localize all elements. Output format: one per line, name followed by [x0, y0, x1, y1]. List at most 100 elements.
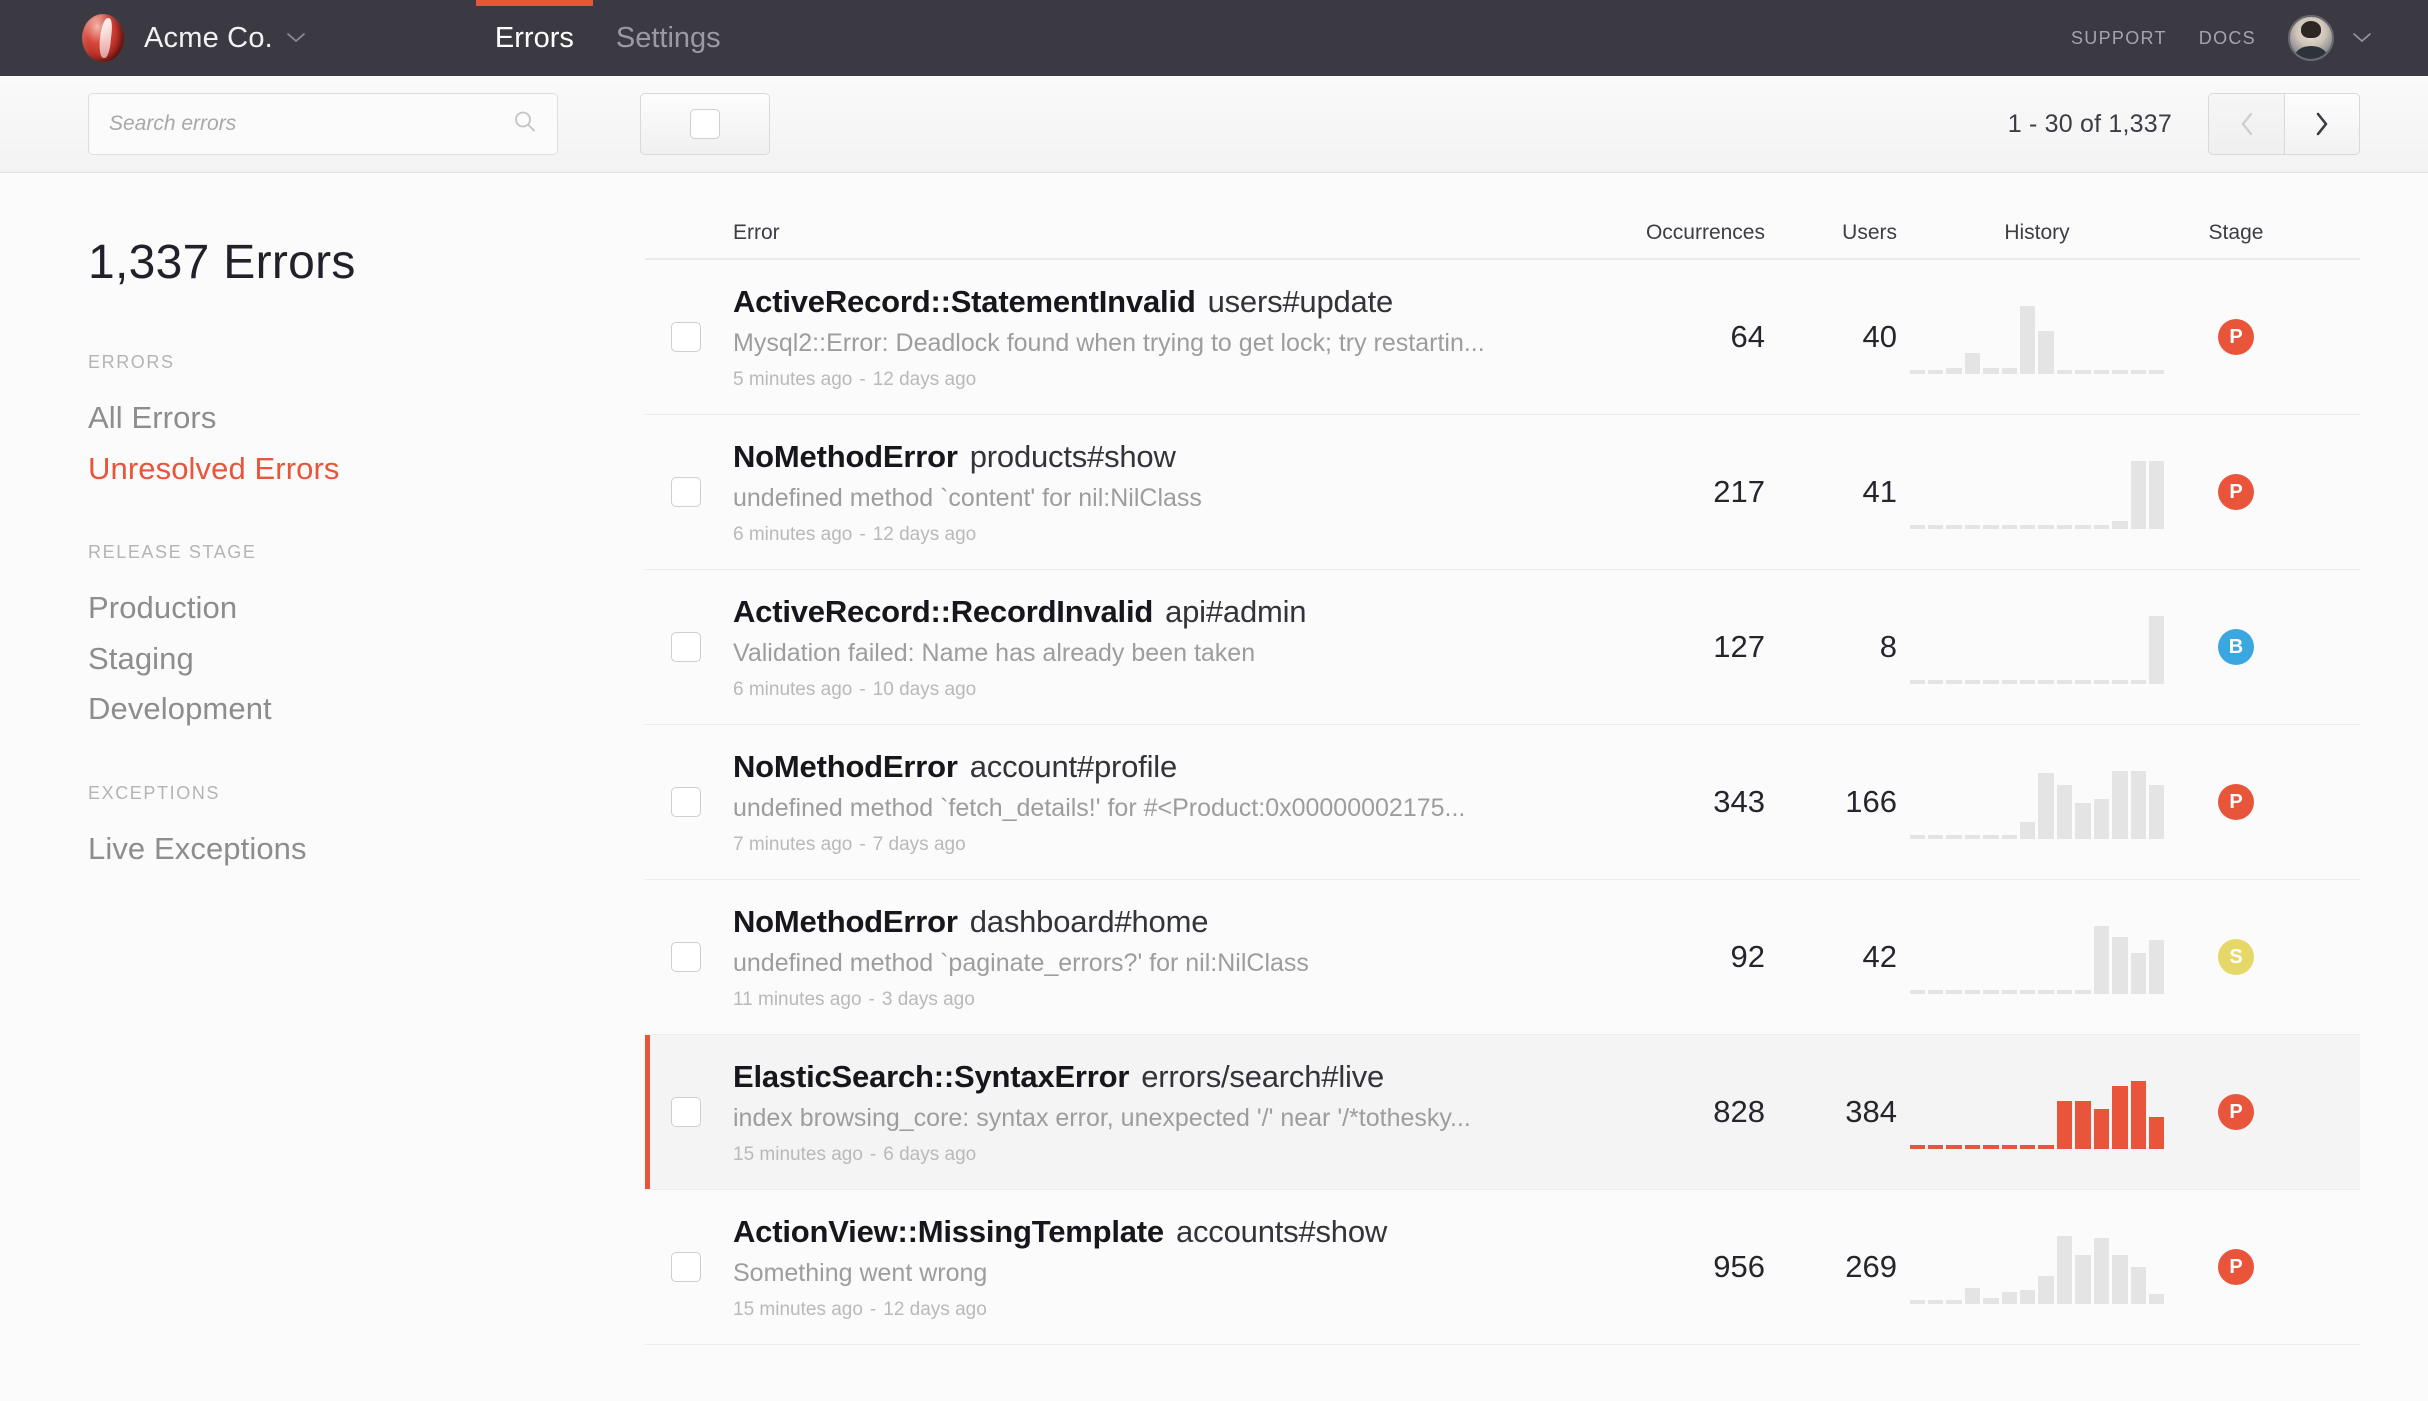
avatar[interactable] — [2288, 15, 2334, 61]
status-badge[interactable]: P — [2218, 1249, 2254, 1285]
sparkline-bar — [1965, 835, 1980, 839]
row-checkbox[interactable] — [671, 477, 701, 507]
error-title[interactable]: NoMethodErrordashboard#home — [733, 904, 1309, 940]
tab-errors[interactable]: Errors — [474, 0, 595, 76]
sparkline-bar — [1910, 990, 1925, 994]
sparkline-bar — [1983, 368, 1998, 374]
table-row[interactable]: ActionView::MissingTemplateaccounts#show… — [645, 1190, 2360, 1345]
error-title[interactable]: ActiveRecord::StatementInvalidusers#upda… — [733, 284, 1485, 320]
sidebar-item-unresolved-errors[interactable]: Unresolved Errors — [88, 444, 645, 495]
chevron-down-icon[interactable] — [286, 30, 306, 47]
sparkline-bar — [2149, 616, 2164, 684]
users-value: 41 — [1765, 474, 1897, 510]
table-row[interactable]: NoMethodErrorcheckout#success — [645, 1345, 2360, 1401]
sidebar-item-staging[interactable]: Staging — [88, 634, 645, 685]
table-row[interactable]: NoMethodErroraccount#profileundefined me… — [645, 725, 2360, 880]
sparkline-bar — [1983, 680, 1998, 684]
row-checkbox[interactable] — [671, 322, 701, 352]
sparkline-bar — [1928, 1300, 1943, 1304]
row-checkbox[interactable] — [671, 787, 701, 817]
sidebar-item-development[interactable]: Development — [88, 684, 645, 735]
pagination: 1 - 30 of 1,337 — [2008, 93, 2360, 155]
row-checkbox[interactable] — [671, 1097, 701, 1127]
sparkline-bar — [2075, 370, 2090, 374]
stage-cell: P — [2177, 784, 2295, 820]
sparkline-bar — [2112, 680, 2127, 684]
error-cell: NoMethodErrorproducts#showundefined meth… — [645, 439, 1575, 546]
sparkline-bar — [2020, 1145, 2035, 1149]
last-seen: 15 minutes ago — [733, 1144, 863, 1165]
error-cell: ActiveRecord::RecordInvalidapi#adminVali… — [645, 594, 1575, 701]
sparkline-bar — [1910, 680, 1925, 684]
search-input[interactable] — [89, 94, 557, 154]
error-title[interactable]: NoMethodErroraccount#profile — [733, 749, 1465, 785]
support-link[interactable]: SUPPORT — [2071, 28, 2167, 49]
sparkline-bar — [2002, 368, 2017, 374]
status-badge[interactable]: P — [2218, 474, 2254, 510]
sidebar-item-all-errors[interactable]: All Errors — [88, 393, 645, 444]
status-badge[interactable]: S — [2218, 939, 2254, 975]
chevron-down-icon[interactable] — [2352, 30, 2372, 47]
sparkline-bar — [2131, 680, 2146, 684]
occurrences-value: 828 — [1575, 1094, 1765, 1130]
row-checkbox[interactable] — [671, 632, 701, 662]
history-sparkline — [1910, 920, 2165, 994]
sparkline-bar — [2002, 990, 2017, 994]
sparkline-bar — [1910, 370, 1925, 374]
select-all-button[interactable] — [640, 93, 770, 155]
first-seen: 6 days ago — [883, 1144, 976, 1165]
status-badge[interactable]: P — [2218, 1094, 2254, 1130]
first-seen: 7 days ago — [873, 834, 966, 855]
error-message: undefined method `paginate_errors?' for … — [733, 949, 1309, 978]
select-all-checkbox[interactable] — [690, 109, 720, 139]
column-header-history: History — [1897, 221, 2177, 245]
sparkline-bar — [2075, 1255, 2090, 1304]
table-row[interactable]: ActiveRecord::RecordInvalidapi#adminVali… — [645, 570, 2360, 725]
error-text: ElasticSearch::SyntaxErrorerrors/search#… — [733, 1059, 1471, 1166]
sparkline-bar — [2112, 771, 2127, 839]
table-row[interactable]: NoMethodErrordashboard#home undefined met… — [645, 880, 2360, 1035]
history-cell — [1897, 300, 2177, 374]
sparkline-bar — [2149, 785, 2164, 839]
error-context: errors/search#live — [1141, 1059, 1384, 1094]
error-table: Error Occurrences Users History Stage Ac… — [645, 173, 2428, 1401]
table-rows: ActiveRecord::StatementInvalidusers#upda… — [645, 260, 2360, 1401]
error-title[interactable]: ElasticSearch::SyntaxErrorerrors/search#… — [733, 1059, 1471, 1095]
next-page-button[interactable] — [2284, 93, 2360, 155]
error-title[interactable]: ActionView::MissingTemplateaccounts#show — [733, 1214, 1387, 1250]
error-message: Something went wrong — [733, 1259, 1387, 1288]
sparkline-bar — [2094, 680, 2109, 684]
sparkline-bar — [2131, 771, 2146, 839]
users-value: 42 — [1765, 939, 1897, 975]
main-tabs: Errors Settings — [474, 0, 742, 76]
column-header-users: Users — [1765, 221, 1897, 245]
sparkline-bar — [2149, 1294, 2164, 1304]
error-title[interactable]: NoMethodErrorproducts#show — [733, 439, 1202, 475]
table-row[interactable]: ElasticSearch::SyntaxErrorerrors/search#… — [645, 1035, 2360, 1190]
history-sparkline — [1910, 300, 2165, 374]
status-badge[interactable]: P — [2218, 784, 2254, 820]
history-cell — [1897, 455, 2177, 529]
brand-switcher[interactable]: Acme Co. — [82, 14, 306, 62]
last-seen: 15 minutes ago — [733, 1299, 863, 1320]
table-row[interactable]: NoMethodErrorproducts#showundefined meth… — [645, 415, 2360, 570]
occurrences-value: 64 — [1575, 319, 1765, 355]
status-badge[interactable]: B — [2218, 629, 2254, 665]
error-context: api#admin — [1165, 594, 1306, 629]
sidebar-item-production[interactable]: Production — [88, 583, 645, 634]
search-box[interactable] — [88, 93, 558, 155]
docs-link[interactable]: DOCS — [2199, 28, 2256, 49]
status-badge[interactable]: P — [2218, 319, 2254, 355]
row-checkbox[interactable] — [671, 1252, 701, 1282]
sidebar-item-live-exceptions[interactable]: Live Exceptions — [88, 824, 645, 875]
tab-settings[interactable]: Settings — [595, 0, 742, 76]
sparkline-bar — [2094, 926, 2109, 994]
error-title[interactable]: ActiveRecord::RecordInvalidapi#admin — [733, 594, 1306, 630]
first-seen: 12 days ago — [873, 524, 977, 545]
sparkline-bar — [2075, 680, 2090, 684]
table-row[interactable]: ActiveRecord::StatementInvalidusers#upda… — [645, 260, 2360, 415]
sparkline-bar — [2038, 680, 2053, 684]
top-navigation-bar: Acme Co. Errors Settings SUPPORT DOCS — [0, 0, 2428, 76]
row-checkbox[interactable] — [671, 942, 701, 972]
previous-page-button[interactable] — [2208, 93, 2284, 155]
